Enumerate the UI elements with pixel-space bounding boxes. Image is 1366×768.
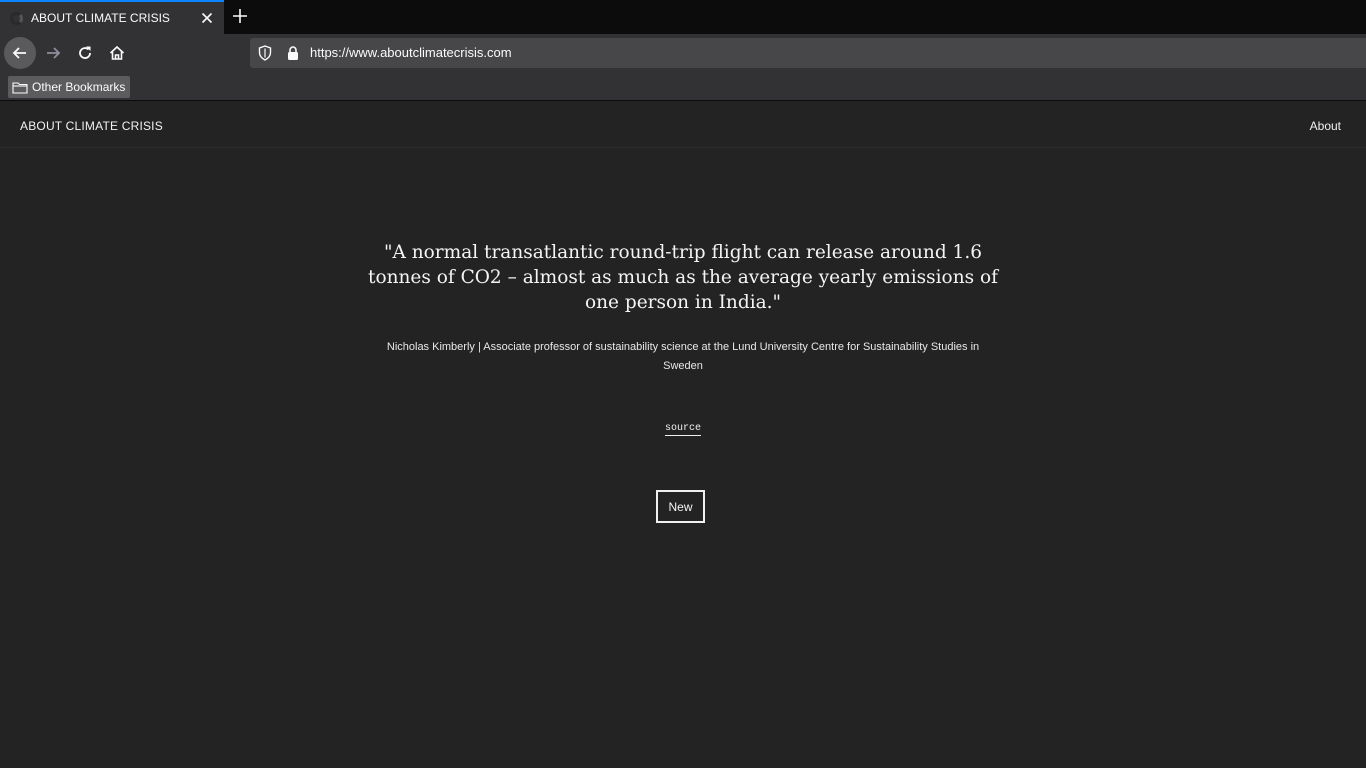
url-bar[interactable]: https://www.aboutclimatecrisis.com [250,38,1366,68]
close-tab-icon[interactable] [199,10,215,26]
bookmark-label: Other Bookmarks [32,80,126,94]
forward-button[interactable] [37,37,69,69]
home-icon [109,45,125,60]
tab-title: ABOUT CLIMATE CRISIS [31,11,170,25]
lock-icon[interactable] [286,45,300,61]
web-page: ABOUT CLIMATE CRISIS About "A normal tra… [0,102,1366,768]
reload-button[interactable] [69,37,101,69]
new-tab-icon[interactable] [231,7,249,25]
site-title[interactable]: ABOUT CLIMATE CRISIS [20,119,163,133]
site-favicon-icon [10,12,23,25]
tracking-shield-icon[interactable] [258,45,272,61]
url-text[interactable]: https://www.aboutclimatecrisis.com [310,45,512,60]
back-arrow-icon [12,47,26,59]
navigation-toolbar: https://www.aboutclimatecrisis.com [0,34,1366,73]
bookmarks-toolbar: Other Bookmarks [0,73,1366,101]
source-link-wrapper: source [0,417,1366,436]
new-quote-button[interactable]: New [656,490,705,523]
tab-strip: ABOUT CLIMATE CRISIS [0,0,1366,34]
quote-attribution: Nicholas Kimberly | Associate professor … [386,341,980,372]
back-button[interactable] [4,37,36,69]
site-header: ABOUT CLIMATE CRISIS About [0,102,1366,148]
folder-icon [12,82,28,94]
source-link[interactable]: source [664,423,701,436]
forward-arrow-icon [47,47,61,59]
about-link[interactable]: About [1310,119,1341,133]
active-tab[interactable]: ABOUT CLIMATE CRISIS [0,0,224,34]
climate-quote: "A normal transatlantic round-trip fligh… [368,242,998,313]
bookmark-other-bookmarks[interactable]: Other Bookmarks [8,76,131,98]
reload-icon [79,46,91,59]
home-button[interactable] [101,37,133,69]
